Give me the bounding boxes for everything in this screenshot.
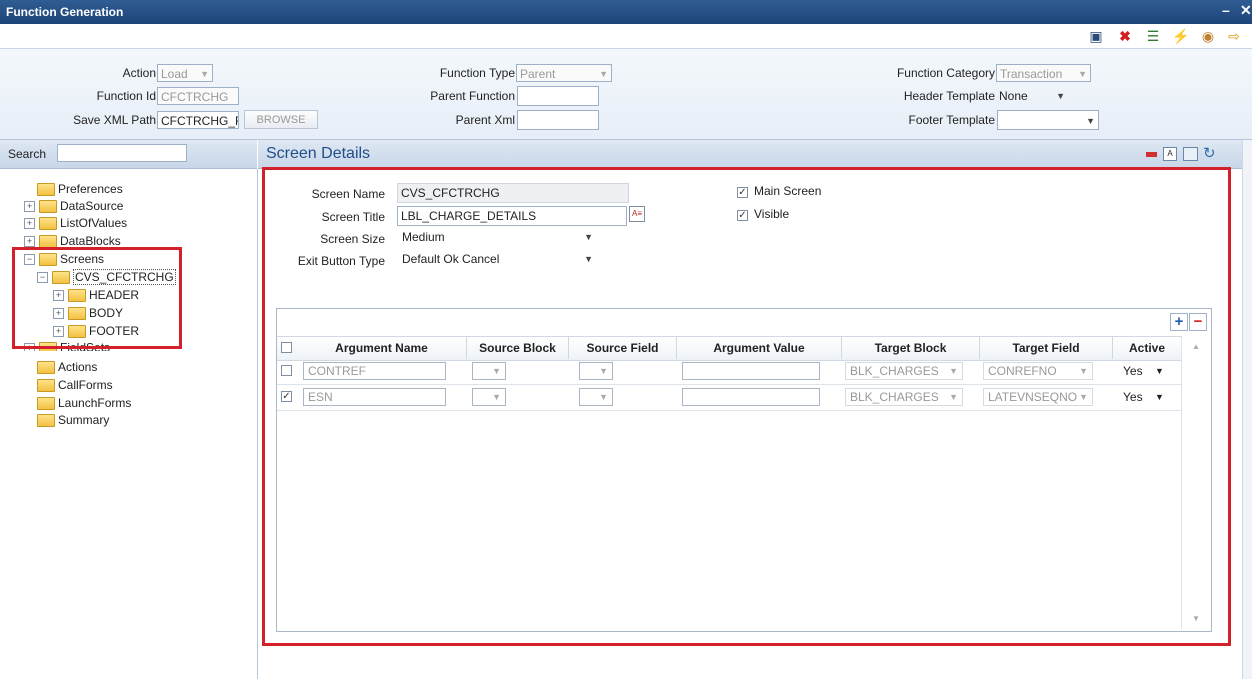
chevron-down-icon: ▼ <box>1086 116 1095 126</box>
header-template-select[interactable]: None ▼ <box>996 87 1068 105</box>
footer-template-label: Footer Template <box>908 113 996 127</box>
function-id-label: Function Id <box>96 89 156 103</box>
save-icon[interactable]: ▣ <box>1088 28 1104 44</box>
chevron-down-icon: ▼ <box>1056 91 1065 101</box>
save-xml-path-input[interactable]: CFCTRCHG_F <box>157 111 239 129</box>
search-label: Search <box>8 147 47 161</box>
exit-arrow-icon[interactable]: ⇨ <box>1226 28 1242 44</box>
close-icon[interactable]: ✕ <box>1240 2 1252 19</box>
save-xml-path-label: Save XML Path <box>73 113 156 127</box>
page-scrollbar[interactable] <box>1242 140 1252 679</box>
preview-icon[interactable] <box>1183 147 1198 161</box>
function-id-input[interactable]: CFCTRCHG <box>157 87 239 105</box>
parent-xml-label: Parent Xml <box>455 113 515 127</box>
folder-icon <box>37 397 55 411</box>
function-type-label: Function Type <box>439 66 515 80</box>
parent-function-label: Parent Function <box>430 89 515 103</box>
folder-icon <box>39 217 57 231</box>
screen-details-title: Screen Details <box>266 145 371 162</box>
tree-node-actions[interactable]: Actions <box>37 359 97 376</box>
folder-icon <box>37 414 55 428</box>
folder-icon <box>37 361 55 375</box>
refresh-icon[interactable]: ↻ <box>1203 144 1216 162</box>
tree-node-datasource[interactable]: + DataSource <box>24 198 123 215</box>
chevron-down-icon: ▼ <box>1078 69 1087 79</box>
toolbar: ▣ ✖ ☰ ⚡ ◉ ⇨ <box>0 24 1252 49</box>
minimize-panel-icon[interactable] <box>1146 152 1157 157</box>
tree-node-preferences[interactable]: Preferences <box>37 181 123 198</box>
footer-template-select[interactable]: ▼ <box>997 110 1099 130</box>
deploy-icon[interactable]: ◉ <box>1200 28 1216 44</box>
function-category-label: Function Category <box>896 66 995 80</box>
function-header-form: Action Load ▼ Function Id CFCTRCHG Save X… <box>0 49 1252 140</box>
highlight-box-tree <box>12 247 182 349</box>
header-template-label: Header Template <box>903 89 995 103</box>
search-input[interactable] <box>57 144 187 162</box>
function-category-select[interactable]: Transaction ▼ <box>996 64 1091 82</box>
generate-icon[interactable]: ⚡ <box>1172 28 1189 44</box>
expand-icon[interactable]: + <box>24 201 35 213</box>
folder-icon <box>39 200 57 214</box>
screen-details-header: Screen Details A ↻ <box>258 140 1242 169</box>
tree-node-listofvalues[interactable]: + ListOfValues <box>24 215 127 232</box>
expand-icon[interactable]: + <box>24 236 35 248</box>
window-title-bar: Function Generation – ✕ <box>0 0 1252 24</box>
tree-node-launchforms[interactable]: LaunchForms <box>37 395 131 412</box>
function-type-select[interactable]: Parent ▼ <box>516 64 612 82</box>
parent-xml-input[interactable] <box>517 110 599 130</box>
chevron-down-icon: ▼ <box>599 69 608 79</box>
browse-button[interactable]: BROWSE <box>244 110 318 129</box>
expand-icon[interactable]: + <box>24 218 35 230</box>
window-title: Function Generation <box>6 5 124 19</box>
tree-node-summary[interactable]: Summary <box>37 412 109 429</box>
tree-node-callforms[interactable]: CallForms <box>37 377 113 394</box>
folder-icon <box>37 183 55 197</box>
parent-function-input[interactable] <box>517 86 599 106</box>
list-icon[interactable]: ☰ <box>1145 28 1161 44</box>
chevron-down-icon: ▼ <box>200 69 209 79</box>
delete-icon[interactable]: ✖ <box>1117 28 1133 44</box>
action-label: Action <box>122 66 156 80</box>
folder-icon <box>37 379 55 393</box>
search-bar: Search <box>0 140 257 169</box>
label-icon[interactable]: A <box>1163 147 1177 161</box>
function-tree: Preferences + DataSource + ListOfValues + D… <box>0 169 258 679</box>
action-select[interactable]: Load ▼ <box>157 64 213 82</box>
highlight-box-screen-details <box>262 167 1231 646</box>
minimize-icon[interactable]: – <box>1222 2 1230 18</box>
